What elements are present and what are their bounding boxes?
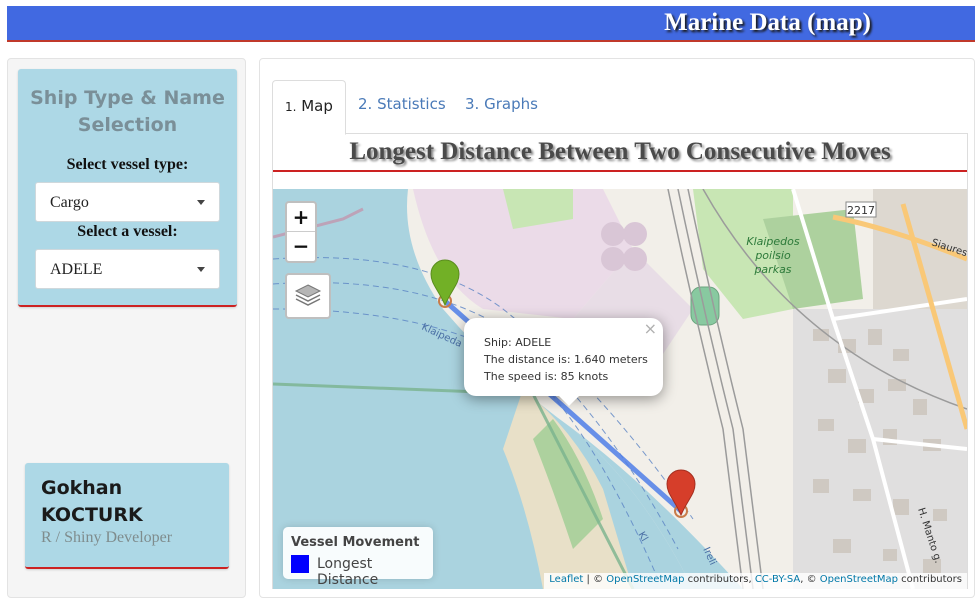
osm-link[interactable]: OpenStreetMap [606,574,684,585]
tab-graphs[interactable]: 3. Graphs [465,80,538,134]
layers-button[interactable] [285,273,331,319]
popup-close-button[interactable]: × [644,320,657,337]
author-name: Gokhan KOCTURK [41,477,143,526]
popup-ship: Ship: ADELE [484,336,552,349]
layers-icon [294,284,322,306]
author-card: Gokhan KOCTURK R / Shiny Developer [25,463,229,569]
selection-panel: Ship Type & Name Selection Select vessel… [18,69,237,307]
svg-text:2217: 2217 [847,204,875,217]
vessel-value: ADELE [50,261,103,278]
vessel-type-select[interactable]: Cargo [35,182,220,222]
map-attribution: Leaflet | © OpenStreetMap contributors, … [544,573,967,589]
tab-bar: 1. Map 2. Statistics 3. Graphs [272,80,968,135]
caret-down-icon [197,200,205,205]
popup-speed: The speed is: 85 knots [484,370,609,383]
map-heading: Longest Distance Between Two Consecutive… [273,134,967,172]
leaflet-link[interactable]: Leaflet [549,574,583,585]
map-legend: Vessel Movement Longest Distance [283,527,433,588]
app-title: Marine Data (map) [664,9,871,36]
zoom-control: + − [285,201,317,263]
selection-heading: Ship Type & Name Selection [30,87,225,136]
caret-down-icon [197,267,205,272]
vessel-label: Select a vessel: [77,223,178,240]
legend-label: Longest Distance [317,556,379,588]
vessel-type-label: Select vessel type: [66,156,189,173]
osm-link-2[interactable]: OpenStreetMap [820,574,898,585]
legend-swatch [291,555,309,573]
sidebar: Ship Type & Name Selection Select vessel… [7,58,246,598]
vessel-popup: Ship: ADELE The distance is: 1.640 meter… [464,318,663,406]
license-link[interactable]: CC-BY-SA [755,574,800,585]
svg-text:Klaipedos: Klaipedos [746,235,800,248]
leaflet-map[interactable]: Klaipedos poilsio parkas 2217 Siaures p … [273,189,967,589]
popup-distance: The distance is: 1.640 meters [484,353,648,366]
tab-statistics[interactable]: 2. Statistics [358,80,446,134]
map-container: Longest Distance Between Two Consecutive… [272,134,968,589]
main-panel: 1. Map 2. Statistics 3. Graphs Longest D… [259,58,975,598]
svg-text:parkas: parkas [753,263,791,276]
legend-title: Vessel Movement [291,535,420,550]
zoom-in-button[interactable]: + [287,203,315,232]
popup-tip [557,394,581,406]
author-role: R / Shiny Developer [41,529,173,546]
tab-map[interactable]: 1. Map [272,80,346,135]
vessel-type-value: Cargo [50,194,89,211]
vessel-select[interactable]: ADELE [35,249,220,289]
app-header: Marine Data (map) [7,6,975,42]
zoom-out-button[interactable]: − [287,232,315,261]
svg-text:poilsio: poilsio [754,249,791,262]
